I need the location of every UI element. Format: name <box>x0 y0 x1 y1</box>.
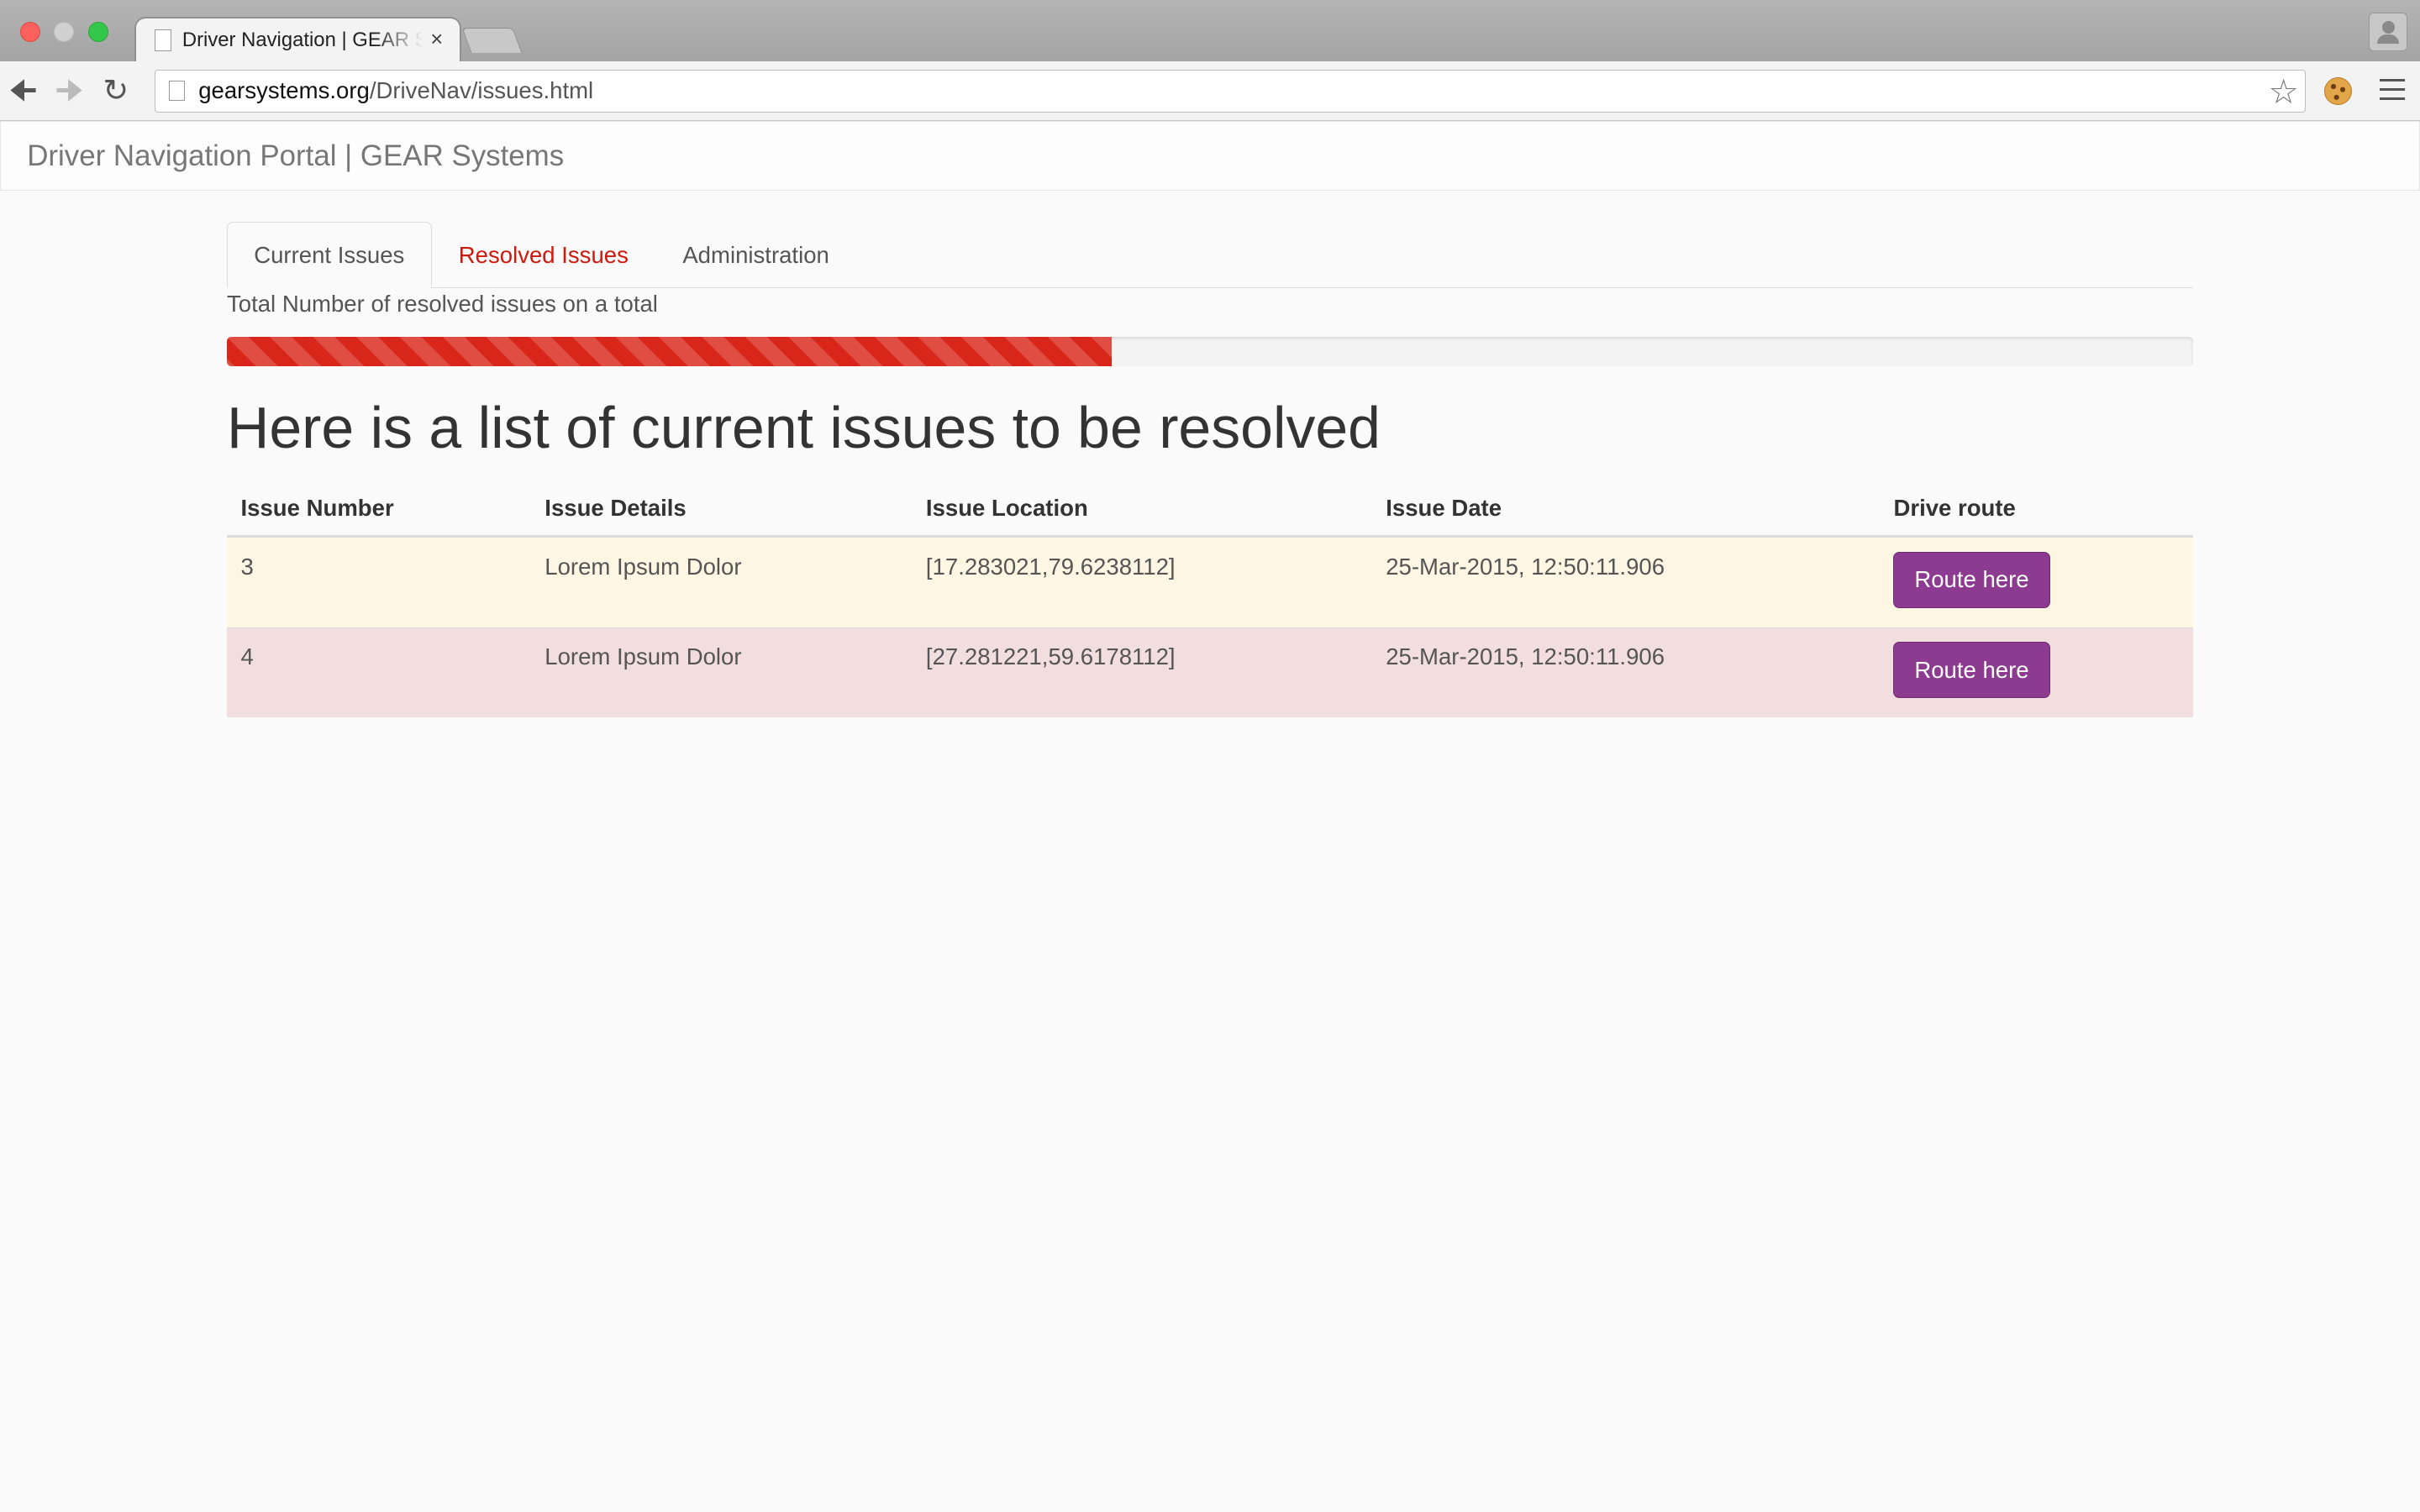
forward-icon[interactable]: 🠊 <box>46 61 92 120</box>
close-tab-icon[interactable]: × <box>423 28 450 52</box>
browser-tab[interactable]: Driver Navigation | GEAR Systems × <box>135 18 460 62</box>
column-header-issue-date: Issue Date <box>1371 485 1880 538</box>
issue-location: [27.281221,59.6178112] <box>912 627 1372 718</box>
browser-tab-title: Driver Navigation | GEAR Systems <box>182 28 423 51</box>
table-row: 3 Lorem Ipsum Dolor [17.283021,79.623811… <box>226 536 2193 628</box>
nav-tabs: Current Issues Resolved Issues Administr… <box>226 222 2193 289</box>
column-header-issue-location: Issue Location <box>912 485 1372 538</box>
issue-date: 25-Mar-2015, 12:50:11.906 <box>1371 536 1880 628</box>
issue-number: 4 <box>226 627 531 718</box>
url-host: gearsystems.org <box>198 77 370 104</box>
progress-bar-fill <box>226 337 1112 367</box>
issue-details: Lorem Ipsum Dolor <box>530 536 913 628</box>
window-close-button[interactable] <box>19 21 40 42</box>
column-header-issue-details: Issue Details <box>530 485 913 538</box>
main-content: Current Issues Resolved Issues Administr… <box>226 222 2193 718</box>
tab-resolved-issues[interactable]: Resolved Issues <box>432 222 656 288</box>
route-here-button[interactable]: Route here <box>1893 551 2050 608</box>
reload-icon[interactable]: ↻ <box>92 61 139 120</box>
window-maximize-button[interactable] <box>87 21 108 42</box>
route-here-button[interactable]: Route here <box>1893 642 2050 699</box>
table-header-row: Issue Number Issue Details Issue Locatio… <box>226 485 2193 538</box>
column-header-drive-route: Drive route <box>1879 485 2193 538</box>
browser-titlebar: Driver Navigation | GEAR Systems × <box>0 0 2420 62</box>
tab-administration[interactable]: Administration <box>655 222 856 288</box>
page-icon <box>169 81 185 102</box>
resolved-progress <box>226 337 2193 367</box>
url-path: /DriveNav/issues.html <box>369 77 594 104</box>
navbar-brand[interactable]: Driver Navigation Portal | GEAR Systems <box>27 139 564 173</box>
progress-label: Total Number of resolved issues on a tot… <box>226 291 658 318</box>
profile-icon[interactable] <box>2369 12 2408 51</box>
cookie-extension-icon[interactable] <box>2323 76 2353 106</box>
page-title: Here is a list of current issues to be r… <box>226 395 1381 461</box>
page-icon <box>154 29 172 51</box>
tab-current-issues[interactable]: Current Issues <box>226 222 432 289</box>
window-minimize-button[interactable] <box>54 21 75 42</box>
browser-toolbar: 🠈 🠊 ↻ gearsystems.org/DriveNav/issues.ht… <box>0 61 2420 122</box>
window-controls <box>19 21 108 42</box>
issue-date: 25-Mar-2015, 12:50:11.906 <box>1371 627 1880 718</box>
address-bar[interactable]: gearsystems.org/DriveNav/issues.html ☆ <box>154 69 2307 113</box>
new-tab-button[interactable] <box>461 28 522 54</box>
bookmark-star-icon[interactable]: ☆ <box>2268 71 2298 112</box>
back-icon[interactable]: 🠈 <box>0 61 46 120</box>
menu-icon[interactable] <box>2380 78 2405 107</box>
issue-number: 3 <box>226 536 531 628</box>
drive-route-cell: Route here <box>1879 627 2193 718</box>
drive-route-cell: Route here <box>1879 536 2193 628</box>
issues-table: Issue Number Issue Details Issue Locatio… <box>226 485 2193 718</box>
issue-details: Lorem Ipsum Dolor <box>530 627 913 718</box>
column-header-issue-number: Issue Number <box>226 485 531 538</box>
table-row: 4 Lorem Ipsum Dolor [27.281221,59.617811… <box>226 627 2193 718</box>
page-navbar: Driver Navigation Portal | GEAR Systems <box>0 121 2420 192</box>
issue-location: [17.283021,79.6238112] <box>912 536 1372 628</box>
